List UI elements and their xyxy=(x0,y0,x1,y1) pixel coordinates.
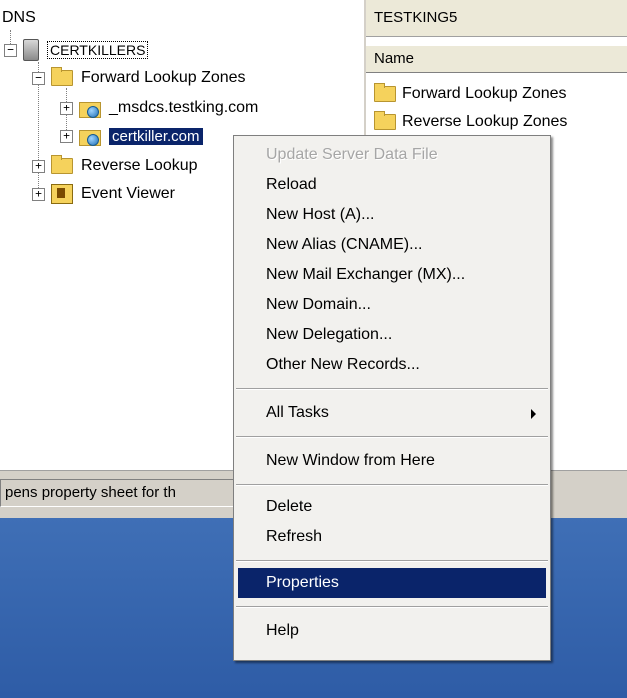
list-item-label: Reverse Lookup Zones xyxy=(402,113,568,130)
menu-item-new-mail-exchanger[interactable]: New Mail Exchanger (MX)... xyxy=(238,260,546,290)
list-item-reverse-zones[interactable]: Reverse Lookup Zones xyxy=(374,110,567,134)
server-icon xyxy=(23,39,39,61)
list-item-forward-zones[interactable]: Forward Lookup Zones xyxy=(374,82,567,106)
menu-item-new-domain[interactable]: New Domain... xyxy=(238,290,546,320)
menu-item-update-server-data-file: Update Server Data File xyxy=(266,146,438,163)
tree-item-dns[interactable]: DNS xyxy=(2,6,36,30)
tree-label-event-viewer: Event Viewer xyxy=(81,185,175,202)
menu-item-other-new-records[interactable]: Other New Records... xyxy=(238,350,546,380)
menu-item-all-tasks[interactable]: All Tasks xyxy=(238,398,546,428)
tree-label-reverse-zones: Reverse Lookup xyxy=(81,157,198,174)
menu-item-new-host[interactable]: New Host (A)... xyxy=(238,200,546,230)
tree-item-certkiller-zone[interactable]: + certkiller.com xyxy=(60,124,203,148)
submenu-arrow-icon xyxy=(531,409,536,419)
menu-item-new-alias[interactable]: New Alias (CNAME)... xyxy=(238,230,546,260)
tree-label-dns: DNS xyxy=(2,9,36,26)
expand-toggle[interactable]: + xyxy=(60,101,73,115)
folder-icon xyxy=(51,155,73,174)
collapse-toggle[interactable]: − xyxy=(32,71,45,85)
menu-item-properties[interactable]: Properties xyxy=(238,568,546,598)
tree-label-certkiller: certkiller.com xyxy=(109,127,203,145)
event-viewer-icon xyxy=(51,184,73,204)
menu-item-new-delegation[interactable]: New Delegation... xyxy=(238,320,546,350)
list-item-label: Forward Lookup Zones xyxy=(402,85,567,102)
expand-toggle[interactable]: + xyxy=(32,159,45,173)
expand-toggle[interactable]: + xyxy=(60,129,73,143)
zone-icon xyxy=(79,127,101,146)
menu-item-delete[interactable]: Delete xyxy=(238,492,546,522)
folder-icon xyxy=(374,83,396,102)
collapse-toggle[interactable]: − xyxy=(4,43,17,57)
context-menu: Update Server Data File Reload New Host … xyxy=(233,135,551,661)
menu-item-new-window-from-here[interactable]: New Window from Here xyxy=(238,446,546,476)
details-title: TESTKING5 xyxy=(366,0,627,37)
menu-item-help[interactable]: Help xyxy=(238,616,546,646)
tree-item-msdcs-zone[interactable]: + _msdcs.testking.com xyxy=(60,96,258,120)
tree-label-msdcs: _msdcs.testking.com xyxy=(109,99,259,116)
tree-item-reverse-lookup-zones[interactable]: + Reverse Lookup xyxy=(32,154,198,178)
expand-toggle[interactable]: + xyxy=(32,187,45,201)
tree-item-server[interactable]: − CERTKILLERS xyxy=(4,38,149,62)
folder-icon xyxy=(374,111,396,130)
zone-icon xyxy=(79,99,101,118)
menu-separator xyxy=(236,388,548,390)
menu-item-reload[interactable]: Reload xyxy=(238,170,546,200)
menu-item-refresh[interactable]: Refresh xyxy=(238,522,546,552)
tree-item-event-viewer[interactable]: + Event Viewer xyxy=(32,182,175,206)
menu-separator xyxy=(236,484,548,486)
folder-icon xyxy=(51,67,73,86)
menu-separator xyxy=(236,436,548,438)
tree-label-forward-zones: Forward Lookup Zones xyxy=(81,69,246,86)
tree-label-server: CERTKILLERS xyxy=(47,41,149,59)
menu-separator xyxy=(236,560,548,562)
menu-item-all-tasks-label: All Tasks xyxy=(266,404,329,421)
menu-separator xyxy=(236,606,548,608)
column-header-name[interactable]: Name xyxy=(366,45,627,73)
tree-item-forward-lookup-zones[interactable]: − Forward Lookup Zones xyxy=(32,66,246,90)
